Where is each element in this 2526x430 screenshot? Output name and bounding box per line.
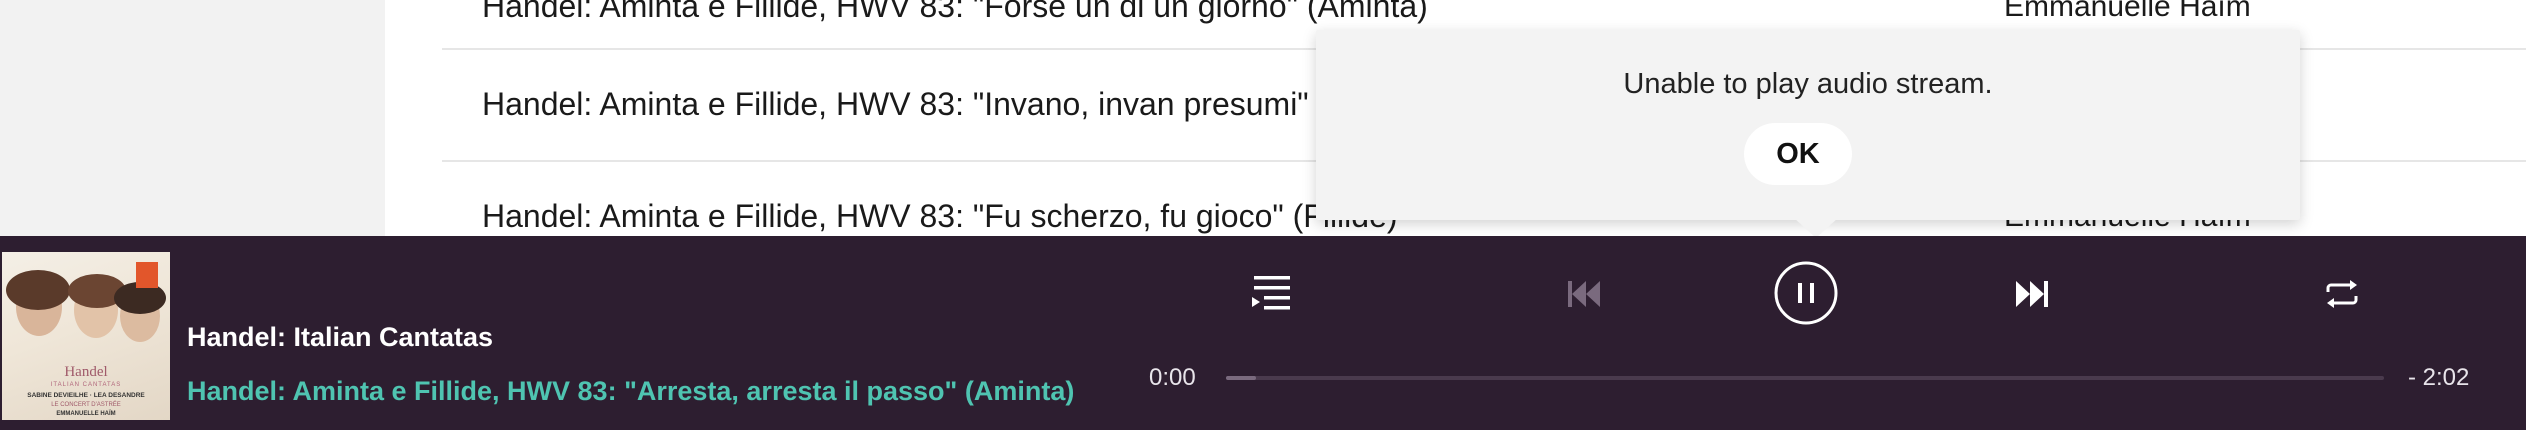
hair-left: [6, 270, 70, 310]
progress-fill: [1226, 376, 1256, 380]
now-playing-track[interactable]: Handel: Aminta e Fillide, HWV 83: "Arres…: [187, 376, 1074, 407]
previous-button[interactable]: [1560, 270, 1608, 318]
queue-button[interactable]: [1248, 268, 1296, 316]
remaining-time: - 2:02: [2408, 364, 2470, 391]
repeat-button[interactable]: [2318, 270, 2366, 318]
track-title: Handel: Aminta e Fillide, HWV 83: "Fu sc…: [482, 198, 1398, 234]
left-sidebar: [0, 0, 385, 236]
dialog-pointer: [1794, 218, 1838, 238]
pause-icon: [1774, 261, 1838, 325]
queue-icon: [1252, 276, 1290, 310]
label-logo-icon: [136, 262, 158, 288]
album-art-title: Handel: [64, 364, 108, 380]
album-art-subtitle: ITALIAN CANTATAS: [50, 382, 122, 388]
error-dialog: Unable to play audio stream. OK: [1316, 30, 2300, 220]
album-art-performers: SABINE DEVIEILHE · LEA DESANDRE: [27, 392, 145, 399]
album-art-conductor: EMMANUELLE HAÏM: [56, 411, 116, 417]
pause-button[interactable]: [1773, 260, 1839, 326]
track-title: Handel: Aminta e Fillide, HWV 83: "Invan…: [482, 86, 1423, 122]
track-artist: Emmanuelle Haïm: [2004, 0, 2251, 23]
ok-button[interactable]: OK: [1744, 123, 1852, 185]
now-playing-album[interactable]: Handel: Italian Cantatas: [187, 322, 493, 353]
previous-icon: [1568, 281, 1600, 307]
repeat-icon: [2326, 280, 2358, 308]
dialog-message: Unable to play audio stream.: [1623, 68, 1993, 100]
track-title: Handel: Aminta e Fillide, HWV 83: "Forse…: [482, 0, 1428, 24]
album-art[interactable]: Handel ITALIAN CANTATAS SABINE DEVIEILHE…: [2, 252, 170, 420]
next-button[interactable]: [2008, 270, 2056, 318]
elapsed-time: 0:00: [1149, 364, 1196, 391]
album-art-ensemble: LE CONCERT D'ASTRÉE: [51, 402, 121, 408]
player-bar: Handel ITALIAN CANTATAS SABINE DEVIEILHE…: [0, 236, 2526, 430]
progress-bar[interactable]: [1226, 376, 2384, 380]
next-icon: [2016, 281, 2048, 307]
